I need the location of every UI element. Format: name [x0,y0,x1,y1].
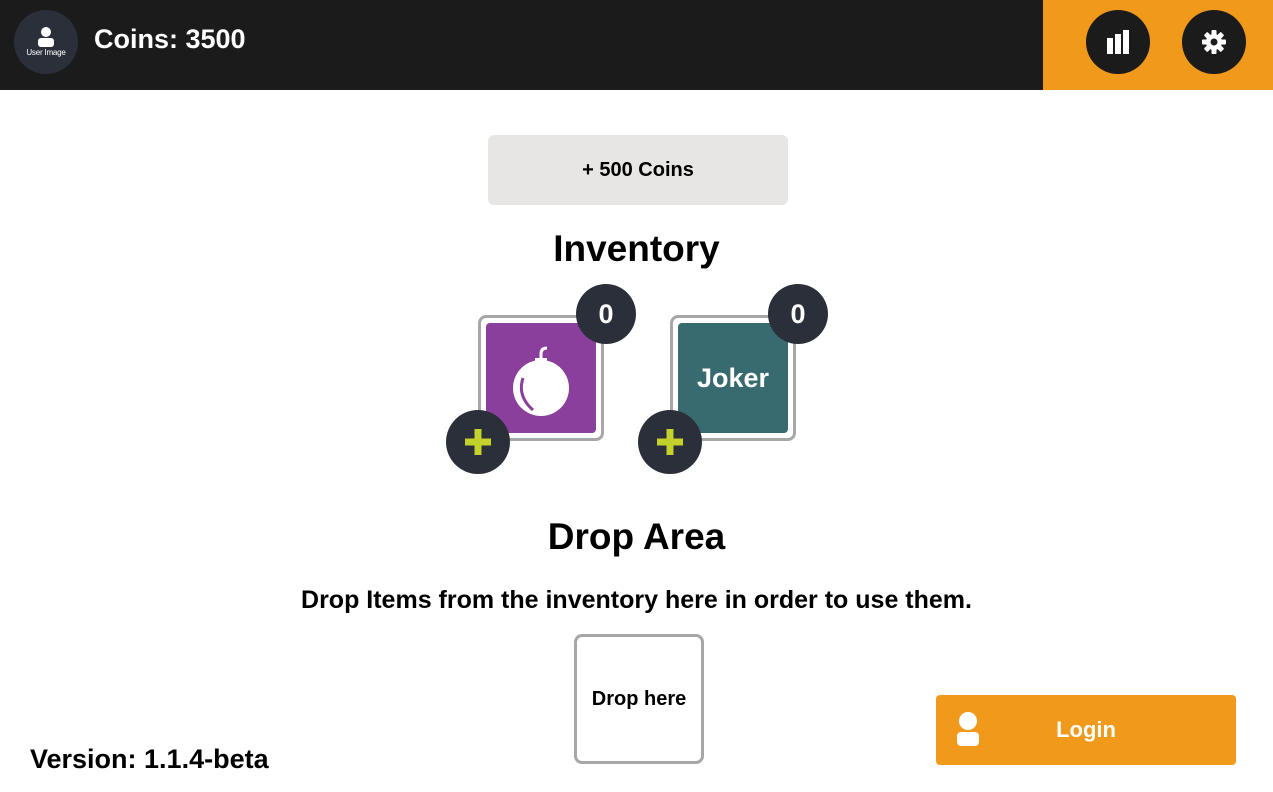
drop-area-instruction: Drop Items from the inventory here in or… [301,586,972,614]
drop-area-title: Drop Area [547,516,726,557]
version-label: Version: 1.1.4-beta [30,744,269,774]
add-joker-button[interactable] [638,410,702,474]
joker-count-badge: 0 [768,284,828,344]
leaderboard-button[interactable] [1086,10,1150,74]
joker-label: Joker [696,362,770,393]
inventory-title: Inventory [553,228,720,269]
avatar-label: User Image [26,48,66,57]
bomb-tile [486,323,596,433]
joker-tile: Joker [678,323,788,433]
settings-button[interactable] [1182,10,1246,74]
gear-icon [1202,30,1226,54]
drop-zone[interactable]: Drop here [574,634,704,764]
add-bomb-button[interactable] [446,410,510,474]
login-label: Login [1056,717,1116,742]
add-coins-button[interactable]: + 500 Coins [488,135,788,205]
login-button[interactable]: Login [936,695,1236,765]
user-icon [38,27,54,47]
bomb-icon [513,346,569,416]
coins-balance: Coins: 3500 [94,24,246,54]
plus-icon [657,429,683,455]
user-avatar[interactable]: User Image [14,10,78,74]
plus-icon [465,429,491,455]
bomb-count-badge: 0 [576,284,636,344]
bar-chart-icon [1107,30,1129,54]
